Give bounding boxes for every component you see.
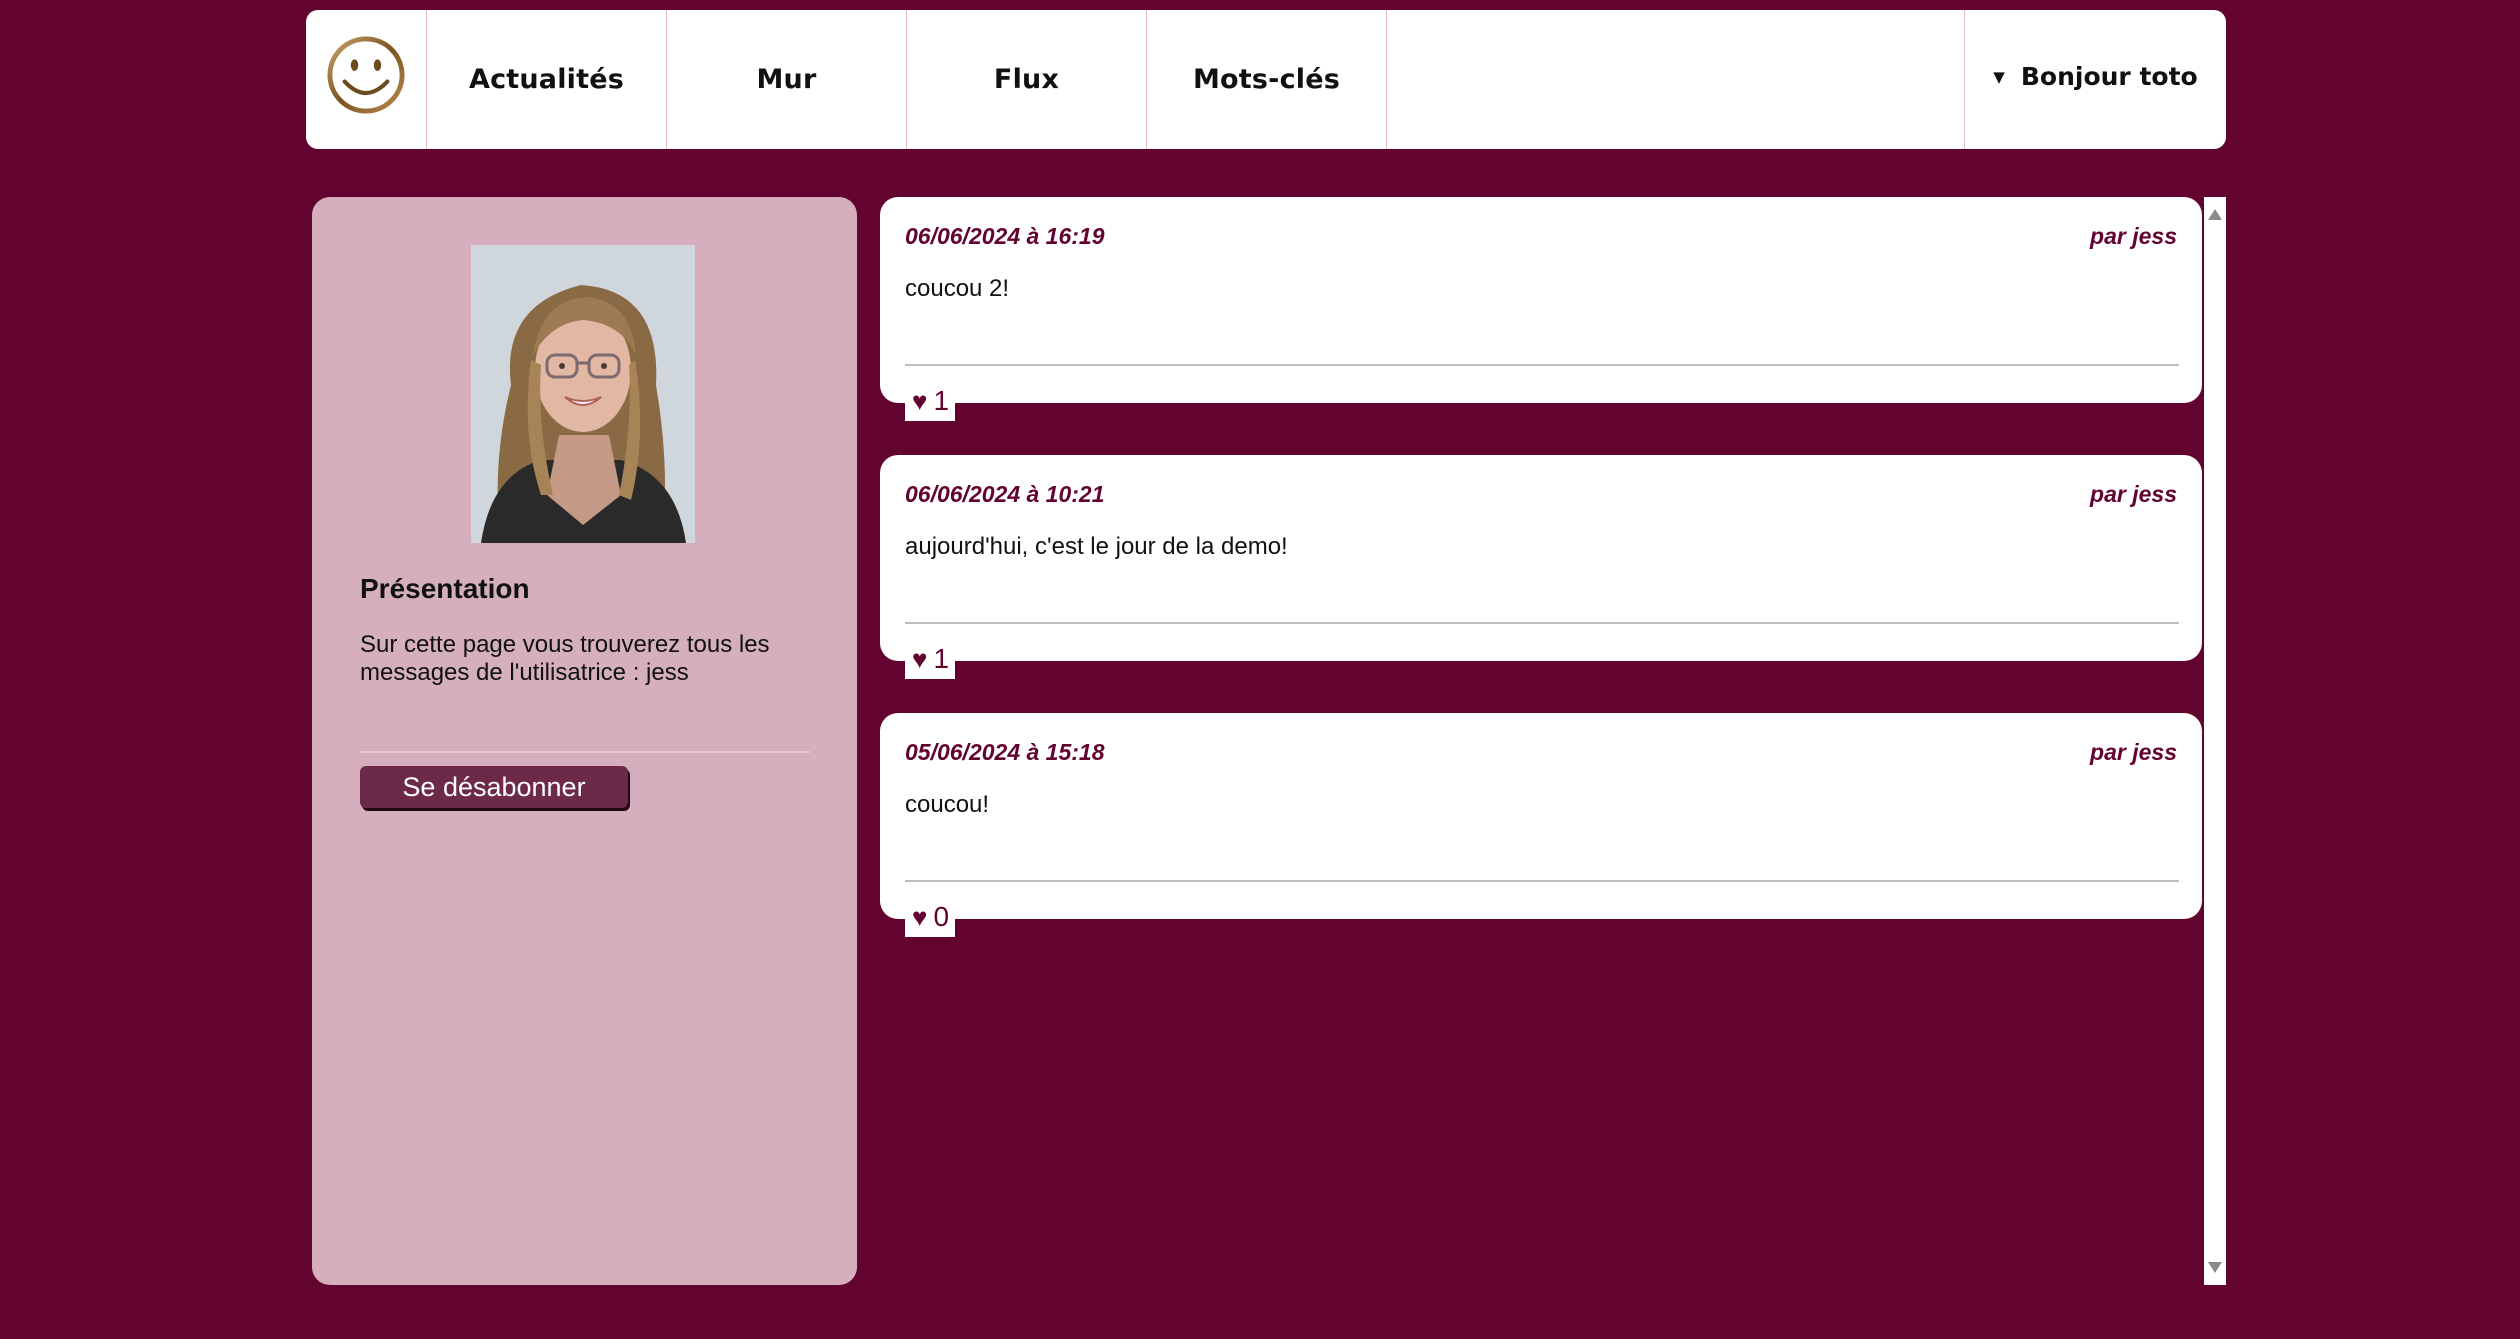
like-button[interactable]: ♥ 1 bbox=[905, 381, 955, 421]
smiley-icon bbox=[327, 35, 405, 114]
post-card: 05/06/2024 à 15:18 par jess coucou! ♥ 0 bbox=[880, 713, 2202, 937]
post-card: 06/06/2024 à 10:21 par jess aujourd'hui,… bbox=[880, 455, 2202, 679]
like-button[interactable]: ♥ 1 bbox=[905, 639, 955, 679]
nav-mots-cles[interactable]: Mots-clés bbox=[1147, 10, 1387, 149]
post-date: 06/06/2024 à 16:19 bbox=[905, 223, 1105, 249]
post-body: coucou 2! bbox=[905, 275, 1010, 302]
heart-icon: ♥ bbox=[912, 644, 928, 674]
nav-flux[interactable]: Flux bbox=[907, 10, 1147, 149]
profile-photo bbox=[471, 245, 695, 543]
post-card: 06/06/2024 à 16:19 par jess coucou 2! ♥ 1 bbox=[880, 197, 2202, 421]
post-date: 05/06/2024 à 15:18 bbox=[905, 739, 1105, 765]
unsubscribe-button[interactable]: Se désabonner bbox=[360, 766, 628, 808]
user-menu-label: Bonjour toto bbox=[2020, 62, 2198, 91]
like-count: 0 bbox=[933, 901, 950, 932]
like-count: 1 bbox=[933, 643, 950, 674]
post-divider bbox=[905, 622, 2179, 624]
presentation-title: Présentation bbox=[360, 573, 530, 604]
like-count: 1 bbox=[933, 385, 950, 416]
post-author[interactable]: par jess bbox=[2090, 739, 2177, 766]
post-body: coucou! bbox=[905, 791, 990, 818]
caret-down-icon: ▼ bbox=[1993, 67, 2005, 86]
like-button[interactable]: ♥ 0 bbox=[905, 897, 955, 937]
logo[interactable] bbox=[306, 10, 427, 149]
nav-actualites[interactable]: Actualités bbox=[427, 10, 667, 149]
scroll-up-arrow-icon[interactable] bbox=[2208, 209, 2222, 220]
post-divider bbox=[905, 880, 2179, 882]
posts-feed: 06/06/2024 à 16:19 par jess coucou 2! ♥ 1… bbox=[880, 197, 2226, 1285]
posts-scrollbar[interactable] bbox=[2204, 197, 2226, 1285]
top-navigation: Actualités Mur Flux Mots-clés ▼ Bonjour … bbox=[306, 10, 2226, 149]
post-author[interactable]: par jess bbox=[2090, 223, 2177, 250]
post-author[interactable]: par jess bbox=[2090, 481, 2177, 508]
user-menu[interactable]: ▼ Bonjour toto bbox=[1964, 10, 2226, 149]
post-date: 06/06/2024 à 10:21 bbox=[905, 481, 1105, 507]
divider bbox=[360, 751, 810, 753]
scroll-down-arrow-icon[interactable] bbox=[2208, 1262, 2222, 1273]
heart-icon: ♥ bbox=[912, 902, 928, 932]
profile-sidebar: Présentation Sur cette page vous trouver… bbox=[312, 197, 857, 1285]
presentation-text: Sur cette page vous trouverez tous les m… bbox=[360, 631, 770, 686]
nav-mur[interactable]: Mur bbox=[667, 10, 907, 149]
heart-icon: ♥ bbox=[912, 386, 928, 416]
post-body: aujourd'hui, c'est le jour de la demo! bbox=[905, 533, 1288, 560]
post-divider bbox=[905, 364, 2179, 366]
